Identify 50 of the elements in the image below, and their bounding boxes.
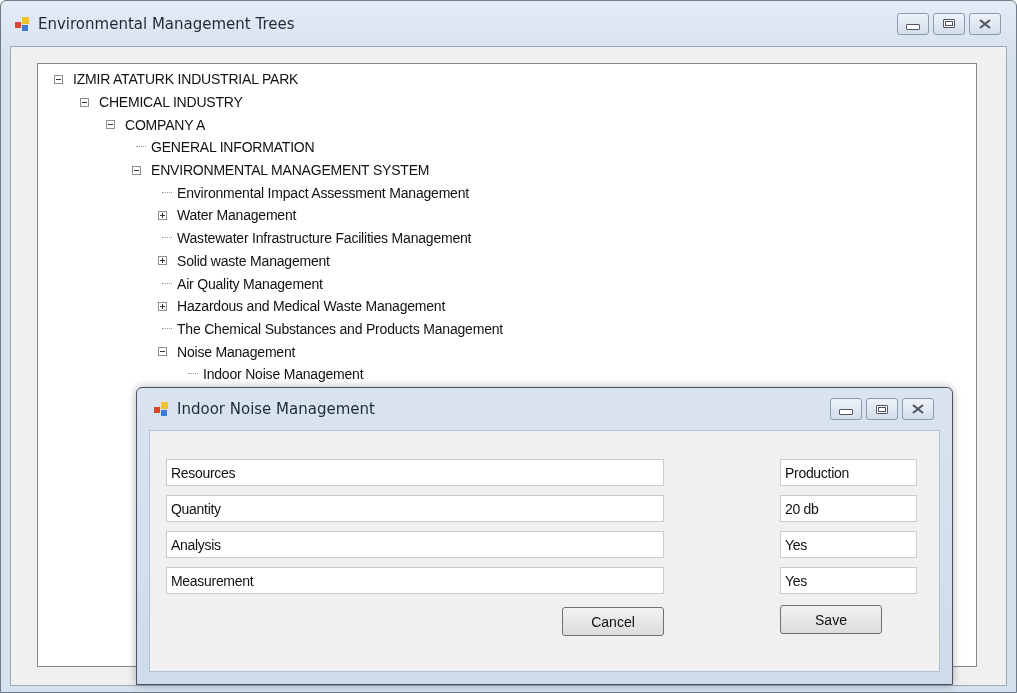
expander-icon[interactable] — [132, 165, 141, 175]
tree-node[interactable]: Indoor Noise Management — [203, 366, 364, 383]
tree-line — [162, 327, 172, 330]
text-field[interactable]: Production — [780, 459, 917, 486]
expander-icon[interactable] — [158, 301, 167, 311]
tree-node[interactable]: ENVIRONMENTAL MANAGEMENT SYSTEM — [151, 162, 430, 179]
tree-node[interactable]: Hazardous and Medical Waste Management — [177, 298, 446, 315]
close-button[interactable] — [969, 12, 1001, 35]
close-icon — [912, 404, 924, 414]
text-field[interactable]: Quantity — [166, 495, 664, 522]
maximize-button[interactable] — [866, 398, 898, 420]
tree-node[interactable]: Environmental Impact Assessment Management — [177, 184, 469, 201]
close-button[interactable] — [902, 398, 934, 420]
dialog-title: Indoor Noise Management — [177, 400, 375, 418]
tree-node[interactable]: IZMIR ATATURK INDUSTRIAL PARK — [73, 71, 299, 88]
minimize-button[interactable] — [897, 12, 929, 35]
tree-node[interactable]: COMPANY A — [125, 116, 206, 133]
tree-line — [162, 237, 172, 240]
tree-node[interactable]: The Chemical Substances and Products Management — [177, 320, 503, 337]
app-icon — [14, 15, 30, 32]
close-icon — [979, 18, 991, 29]
text-field[interactable]: Yes — [780, 531, 917, 558]
cancel-button[interactable]: Cancel — [562, 607, 664, 636]
text-field[interactable]: 20 db — [780, 495, 917, 522]
text-field[interactable]: Analysis — [166, 531, 664, 558]
tree-line — [162, 191, 172, 194]
save-button[interactable]: Save — [780, 605, 882, 634]
window-title: Environmental Management Trees — [38, 14, 295, 33]
tree-node[interactable]: Wastewater Infrastructure Facilities Management — [177, 230, 472, 247]
tree-node[interactable]: GENERAL INFORMATION — [151, 139, 315, 156]
minimize-button[interactable] — [830, 398, 862, 420]
expander-icon[interactable] — [158, 210, 167, 220]
text-field[interactable]: Resources — [166, 459, 664, 486]
text-field[interactable]: Measurement — [166, 567, 664, 594]
tree-node[interactable]: Water Management — [177, 207, 297, 224]
tree-node[interactable]: Noise Management — [177, 343, 296, 360]
expander-icon[interactable] — [158, 347, 167, 357]
text-field[interactable]: Yes — [780, 567, 917, 594]
tree-line — [136, 146, 146, 149]
tree-line — [188, 373, 198, 376]
expander-icon[interactable] — [54, 74, 63, 84]
maximize-button[interactable] — [933, 12, 965, 35]
tree-line — [162, 282, 172, 285]
app-icon — [153, 401, 169, 417]
tree-node[interactable]: Air Quality Management — [177, 275, 323, 292]
tree-node[interactable]: CHEMICAL INDUSTRY — [99, 94, 243, 111]
expander-icon[interactable] — [106, 120, 115, 130]
expander-icon[interactable] — [80, 97, 89, 107]
expander-icon[interactable] — [158, 256, 167, 266]
tree-node[interactable]: Solid waste Management — [177, 252, 330, 269]
